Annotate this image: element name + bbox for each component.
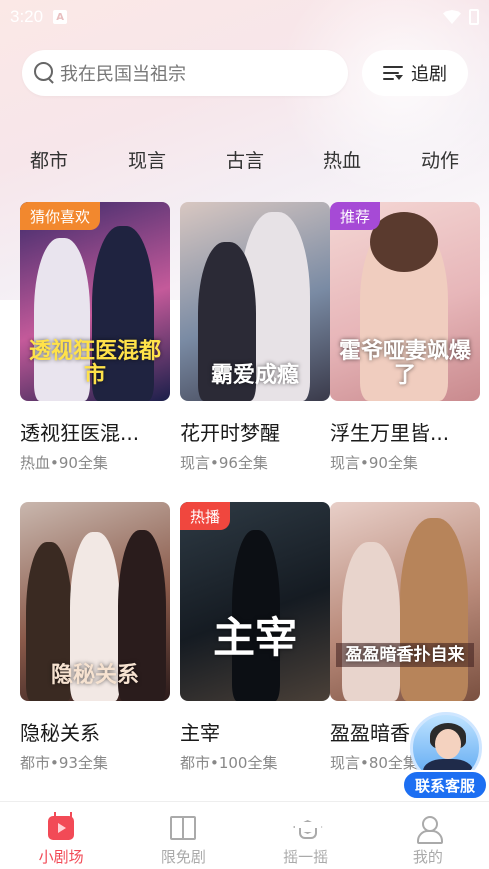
- bottom-nav: 小剧场 限免剧 摇一摇 我的: [0, 801, 489, 869]
- drama-poster[interactable]: 盈盈暗香扑自来: [330, 502, 480, 701]
- search-icon: [34, 62, 56, 84]
- category-tabs: 都市 现言 古言 热血 动作: [0, 140, 489, 176]
- drama-tag: 热播: [180, 502, 231, 530]
- tab-category[interactable]: 热血: [323, 146, 361, 173]
- status-time: 3:20: [10, 7, 44, 26]
- nav-item-free[interactable]: 限免剧: [122, 802, 244, 869]
- list-icon: [383, 65, 403, 81]
- search-row: 我在民国当祖宗 追剧: [22, 50, 468, 96]
- graduation-cap-icon: [293, 816, 319, 840]
- drama-meta: 都市•100全集: [180, 754, 278, 772]
- tab-category[interactable]: 古言: [226, 146, 264, 173]
- drama-name: 隐秘关系: [20, 721, 100, 745]
- drama-card[interactable]: 主宰 热播 主宰 都市•100全集: [180, 502, 330, 773]
- poster-title: 霸爱成瘾: [210, 362, 299, 388]
- tab-category[interactable]: 动作: [421, 146, 459, 173]
- user-icon: [415, 816, 443, 844]
- drama-name: 花开时梦醒: [180, 421, 280, 445]
- drama-meta: 现言•96全集: [180, 454, 268, 472]
- tv-icon: [48, 816, 75, 840]
- drama-name: 浮生万里皆...: [330, 421, 450, 445]
- drama-poster[interactable]: 透视狂医混都市 猜你喜欢: [20, 202, 170, 401]
- poster-title: 盈盈暗香扑自来: [336, 643, 474, 667]
- battery-icon: [469, 9, 479, 25]
- nav-label: 摇一摇: [283, 848, 329, 866]
- search-input[interactable]: 我在民国当祖宗: [22, 50, 348, 96]
- drama-card[interactable]: 霍爷哑妻飒爆了 推荐 浮生万里皆... 现言•90全集: [330, 202, 480, 473]
- follow-drama-button[interactable]: 追剧: [362, 50, 468, 96]
- drama-tag: 猜你喜欢: [20, 202, 101, 230]
- tab-category[interactable]: 现言: [128, 146, 166, 173]
- customer-service-button[interactable]: 联系客服: [402, 712, 488, 800]
- wifi-icon: [443, 10, 461, 24]
- book-icon: [170, 816, 197, 840]
- notification-icon: A: [53, 10, 68, 24]
- poster-title: 隐秘关系: [50, 662, 139, 688]
- search-placeholder: 我在民国当祖宗: [60, 64, 186, 85]
- nav-item-shake[interactable]: 摇一摇: [245, 802, 367, 869]
- drama-meta: 热血•90全集: [20, 454, 108, 472]
- drama-meta: 都市•93全集: [20, 754, 108, 772]
- drama-poster[interactable]: 霸爱成瘾: [180, 202, 330, 401]
- drama-meta: 现言•90全集: [330, 454, 418, 472]
- drama-poster[interactable]: 霍爷哑妻飒爆了 推荐: [330, 202, 480, 401]
- status-indicators: [443, 9, 479, 25]
- drama-poster[interactable]: 隐秘关系: [20, 502, 170, 701]
- poster-title: 霍爷哑妻飒爆了: [338, 338, 471, 388]
- poster-title: 主宰: [212, 613, 297, 662]
- nav-label: 我的: [412, 848, 443, 866]
- nav-label: 限免剧: [160, 848, 206, 866]
- drama-name: 透视狂医混...: [20, 421, 140, 445]
- drama-poster[interactable]: 主宰 热播: [180, 502, 330, 701]
- drama-name: 主宰: [180, 721, 220, 745]
- follow-drama-label: 追剧: [411, 64, 447, 85]
- tab-category[interactable]: 都市: [30, 146, 68, 173]
- customer-service-label: 联系客服: [402, 770, 488, 800]
- drama-card[interactable]: 隐秘关系 隐秘关系 都市•93全集: [20, 502, 170, 773]
- nav-item-profile[interactable]: 我的: [367, 802, 489, 869]
- drama-tag: 推荐: [330, 202, 381, 230]
- nav-item-theater[interactable]: 小剧场: [0, 802, 122, 869]
- poster-title: 透视狂医混都市: [28, 338, 161, 388]
- nav-label: 小剧场: [38, 848, 84, 866]
- drama-card[interactable]: 霸爱成瘾 花开时梦醒 现言•96全集: [180, 202, 330, 473]
- status-bar: 3:20 A: [0, 0, 489, 34]
- drama-card[interactable]: 透视狂医混都市 猜你喜欢 透视狂医混... 热血•90全集: [20, 202, 170, 473]
